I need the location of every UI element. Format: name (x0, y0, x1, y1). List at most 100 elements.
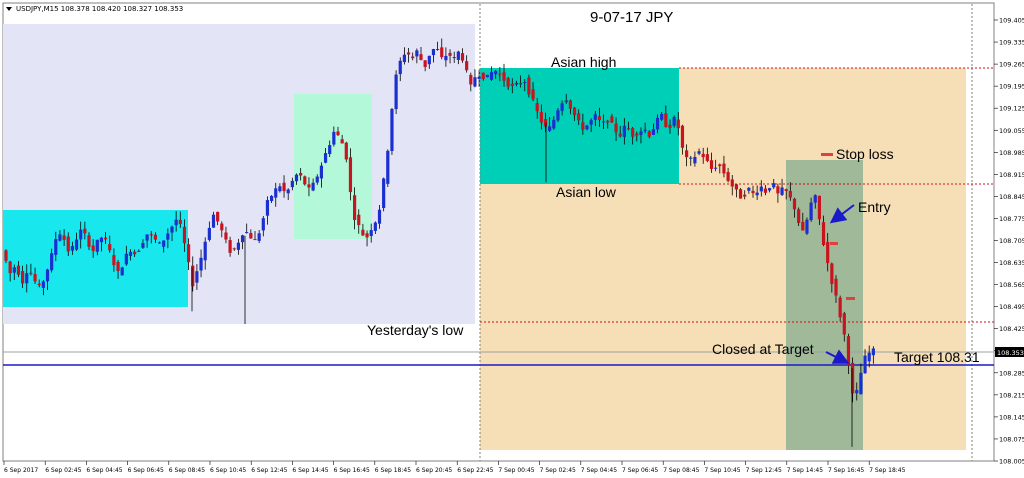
x-tick-label: 6 Sep 08:45 (169, 467, 205, 474)
candle-body (838, 297, 842, 318)
candle-body (805, 219, 809, 234)
candle-body (452, 57, 456, 59)
candle-body (626, 128, 631, 130)
candle-body (344, 142, 348, 160)
candle-body (660, 113, 664, 120)
candle-body (91, 245, 95, 251)
candle-body (286, 189, 290, 194)
stop-loss-label: Stop loss (836, 146, 894, 162)
candle-body (323, 153, 328, 163)
candle-body (867, 352, 871, 362)
candle-body (33, 274, 37, 282)
x-tick-label: 6 Sep 04:45 (86, 467, 122, 474)
candle-body (440, 47, 444, 58)
candle-body (124, 253, 128, 265)
candle-body (29, 272, 33, 274)
candle-body (572, 107, 577, 116)
candle-body (498, 73, 502, 75)
candle-body (531, 89, 535, 100)
candle-body (365, 233, 369, 238)
time-axis: 6 Sep 2017 6 Sep 02:45 6 Sep 04:45 6 Sep 06… (3, 461, 906, 474)
candle-body (618, 133, 622, 137)
candle-body (477, 76, 481, 79)
candle-body (755, 192, 759, 196)
candle-body (299, 172, 303, 176)
candle-body (780, 187, 784, 195)
price-axis: 109.405 109.335 109.265 109.195 109.125 109.0… (994, 17, 1024, 466)
candle-body (261, 218, 265, 231)
yesterdays-low-label: Yesterday's low (367, 322, 464, 338)
candle-body (606, 120, 610, 123)
candle-body (655, 117, 660, 130)
candle-body (328, 145, 332, 155)
candle-body (406, 52, 411, 55)
candle-body (415, 50, 419, 57)
y-tick-label: 108.985 (999, 149, 1024, 157)
candle-body (45, 269, 50, 282)
x-tick-label: 6 Sep 2017 (4, 467, 38, 474)
candle-body (834, 278, 838, 296)
candle-body (294, 174, 299, 182)
candle-body (25, 273, 29, 284)
x-tick-label: 6 Sep 22:45 (457, 467, 493, 474)
y-tick-label: 108.425 (999, 325, 1024, 333)
candle-body (87, 235, 91, 247)
candle-body (469, 74, 473, 85)
candle-body (788, 190, 792, 198)
candle-body (759, 186, 763, 192)
candle-body (801, 221, 805, 231)
candle-body (581, 122, 585, 130)
trade-box (786, 160, 863, 450)
x-tick-label: 7 Sep 08:45 (663, 467, 699, 474)
x-tick-label: 7 Sep 12:45 (746, 467, 782, 474)
asian-low-label: Asian low (556, 184, 617, 200)
candle-body (639, 131, 643, 135)
candle-body (747, 187, 751, 191)
candle-body (718, 164, 722, 167)
y-tick-label: 109.195 (999, 83, 1024, 91)
candle-body (668, 124, 672, 128)
candle-body (436, 49, 440, 51)
candle-body (851, 362, 855, 394)
candle-body (74, 239, 79, 250)
candle-body (16, 265, 21, 275)
candle-body (751, 190, 755, 194)
asian-range-box (480, 68, 679, 184)
candle-body (647, 131, 651, 137)
y-tick-label: 108.285 (999, 369, 1024, 377)
price-chart[interactable]: USDJPY,M15 108.378 108.420 108.327 108.3… (0, 0, 1024, 478)
candle-body (108, 244, 112, 251)
candle-body (361, 229, 365, 236)
candle-body (8, 261, 12, 274)
y-tick-label: 109.125 (999, 105, 1024, 113)
candle-body (187, 244, 191, 263)
candle-body (348, 157, 353, 193)
candle-body (792, 198, 797, 210)
candle-body (253, 239, 257, 241)
candle-body (523, 82, 527, 84)
y-tick-label: 108.915 (999, 171, 1024, 179)
candle-body (4, 250, 8, 261)
symbol-info: USDJPY,M15 108.378 108.420 108.327 108.3… (16, 5, 183, 13)
stop-loss-mark (821, 153, 833, 156)
candle-body (307, 184, 311, 188)
y-tick-label: 108.565 (999, 281, 1024, 289)
candle-body (610, 116, 614, 123)
candle-body (211, 214, 216, 228)
x-tick-label: 7 Sep 18:45 (869, 467, 905, 474)
candle-body (257, 233, 261, 241)
candle-body (577, 113, 581, 121)
candle-body (83, 228, 87, 234)
candle-body (54, 239, 58, 255)
candle-body (41, 281, 45, 288)
candle-body (315, 176, 319, 183)
candle-body (817, 195, 821, 220)
candle-body (734, 184, 738, 190)
candle-body (236, 242, 240, 250)
candle-body (473, 77, 477, 87)
candle-body (709, 160, 714, 169)
x-tick-label: 7 Sep 04:45 (581, 467, 617, 474)
candle-body (311, 182, 315, 191)
candle-body (701, 153, 705, 158)
candle-body (722, 163, 726, 174)
